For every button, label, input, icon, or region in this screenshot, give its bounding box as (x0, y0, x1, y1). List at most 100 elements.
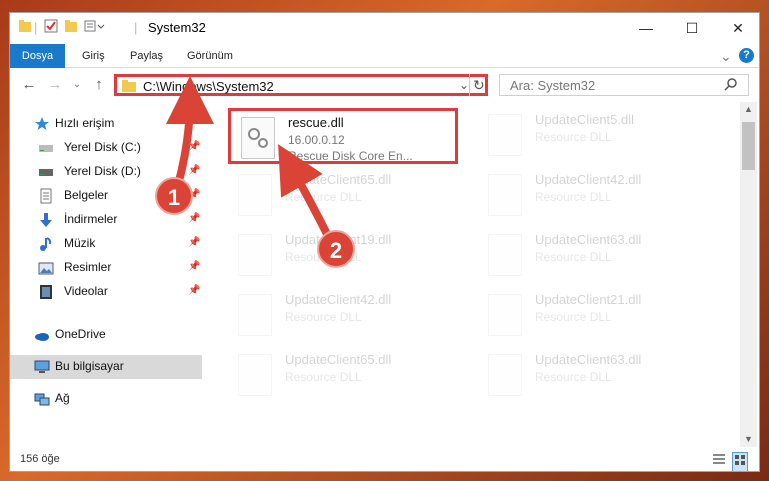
tab-file[interactable]: Dosya (10, 44, 65, 68)
nav-label: Bu bilgisayar (55, 359, 124, 373)
status-bar: 156 öğe (10, 447, 759, 471)
file-description: Resource DLL (535, 190, 612, 204)
dll-file-icon (488, 294, 522, 336)
file-tile[interactable]: UpdateClient63.dll Resource DLL (478, 228, 708, 284)
divider (469, 74, 470, 96)
videos-icon (38, 284, 54, 300)
pin-icon[interactable]: 📌 (188, 165, 200, 176)
documents-icon (38, 188, 54, 204)
nav-item-local-disk-c[interactable]: Yerel Disk (C:) 📌 (10, 136, 202, 160)
file-tile[interactable]: UpdateClient5.dll Resource DLL (478, 108, 708, 164)
file-tile[interactable]: UpdateClient63.dll Resource DLL (478, 348, 708, 404)
address-bar[interactable]: C:\Windows\System32 ⌄ ↻ (114, 74, 488, 96)
file-description: Resource DLL (535, 130, 612, 144)
tab-share[interactable]: Paylaş (130, 44, 163, 68)
nav-item-network[interactable]: Ağ (10, 387, 202, 411)
large-icons-view-icon[interactable] (732, 452, 748, 471)
dll-file-icon (488, 234, 522, 276)
dll-file-icon (238, 174, 272, 216)
separator: | (134, 20, 138, 35)
pin-icon[interactable]: 📌 (188, 213, 200, 224)
scroll-up-icon[interactable]: ▲ (744, 104, 753, 114)
dll-file-icon (488, 354, 522, 396)
properties-icon[interactable] (44, 19, 58, 37)
file-name: UpdateClient65.dll (285, 352, 392, 367)
scrollbar-thumb[interactable] (742, 122, 755, 170)
file-tile[interactable]: UpdateClient42.dll Resource DLL (478, 168, 708, 224)
network-icon (34, 391, 50, 407)
recent-locations-chevron-icon[interactable]: ⌄ (68, 76, 86, 94)
file-description: Resource DLL (285, 190, 362, 204)
file-tile[interactable]: UpdateClient65.dll Resource DLL (228, 168, 458, 224)
nav-item-pictures[interactable]: Resimler 📌 (10, 256, 202, 280)
search-icon[interactable] (724, 77, 738, 96)
scroll-down-icon[interactable]: ▼ (744, 434, 753, 444)
nav-label: Ağ (55, 391, 70, 405)
search-input[interactable]: Ara: System32 (499, 74, 749, 96)
file-tile-rescue[interactable]: rescue.dll 16.00.0.12 Rescue Disk Core E… (228, 108, 458, 164)
pin-icon[interactable]: 📌 (188, 141, 200, 152)
nav-item-videos[interactable]: Videolar 📌 (10, 280, 202, 304)
folder-icon[interactable] (18, 19, 32, 37)
new-folder-icon[interactable] (64, 19, 78, 37)
minimize-button[interactable]: — (623, 13, 669, 44)
file-description: Resource DLL (285, 370, 362, 384)
tab-view[interactable]: Görünüm (187, 44, 233, 68)
step-2-badge: 2 (317, 230, 355, 268)
nav-label: Resimler (64, 260, 112, 274)
folder-icon (122, 79, 136, 97)
file-name: UpdateClient63.dll (535, 352, 642, 367)
desktop-background: | | System32 — ☐ ✕ Dosya Giriş Paylaş Gö… (0, 0, 769, 481)
pin-icon[interactable]: 📌 (188, 261, 200, 272)
file-name: UpdateClient42.dll (535, 172, 642, 187)
pin-icon[interactable]: 📌 (188, 237, 200, 248)
drive-icon (38, 140, 54, 156)
ribbon-tabs: Dosya Giriş Paylaş Görünüm ⌄ ? (10, 44, 759, 68)
nav-item-music[interactable]: Müzik 📌 (10, 232, 202, 256)
up-arrow-icon[interactable]: ↑ (90, 76, 108, 94)
file-name: rescue.dll (288, 115, 344, 130)
file-description: Resource DLL (285, 310, 362, 324)
nav-item-quick-access[interactable]: Hızlı erişim (10, 112, 202, 136)
details-view-icon[interactable] (712, 452, 726, 471)
ribbon-collapse-icon[interactable]: ⌄ (720, 44, 732, 68)
vertical-scrollbar[interactable]: ▲ ▼ (740, 102, 757, 447)
file-description: Rescue Disk Core En... (288, 149, 413, 163)
file-description: Resource DLL (535, 250, 612, 264)
file-tile[interactable]: UpdateClient21.dll Resource DLL (478, 288, 708, 344)
window-title: System32 (148, 20, 206, 35)
file-name: UpdateClient42.dll (285, 292, 392, 307)
nav-label: İndirmeler (64, 212, 118, 226)
close-button[interactable]: ✕ (715, 13, 759, 44)
file-tile[interactable]: UpdateClient42.dll Resource DLL (228, 288, 458, 344)
file-explorer-window: | | System32 — ☐ ✕ Dosya Giriş Paylaş Gö… (9, 12, 760, 472)
file-tile[interactable]: UpdateClient65.dll Resource DLL (228, 348, 458, 404)
nav-label: Yerel Disk (D:) (64, 164, 141, 178)
nav-label: Hızlı erişim (55, 116, 115, 130)
back-arrow-icon[interactable]: ← (20, 76, 38, 94)
view-options-icon[interactable] (84, 19, 106, 37)
file-description: Resource DLL (535, 370, 612, 384)
tab-home[interactable]: Giriş (82, 44, 105, 68)
file-name: UpdateClient65.dll (285, 172, 392, 187)
nav-item-this-pc[interactable]: Bu bilgisayar (10, 355, 202, 379)
address-path: C:\Windows\System32 (143, 79, 274, 94)
pin-icon[interactable]: 📌 (188, 285, 200, 296)
address-dropdown-chevron-icon[interactable]: ⌄ (459, 78, 469, 92)
dll-file-icon (238, 294, 272, 336)
nav-label: Müzik (64, 236, 96, 250)
dll-file-icon (488, 174, 522, 216)
forward-arrow-icon[interactable]: → (46, 76, 64, 94)
drive-icon (38, 164, 54, 180)
item-count: 156 öğe (20, 453, 60, 465)
title-bar: | | System32 — ☐ ✕ (10, 13, 759, 44)
downloads-icon (38, 212, 54, 228)
nav-item-onedrive[interactable]: OneDrive (10, 323, 202, 347)
refresh-icon[interactable]: ↻ (473, 77, 485, 94)
maximize-button[interactable]: ☐ (669, 13, 715, 44)
file-version: 16.00.0.12 (288, 133, 345, 147)
nav-label: Videolar (64, 284, 108, 298)
dll-file-icon (488, 114, 522, 156)
help-icon[interactable]: ? (739, 48, 754, 63)
navigation-pane: Hızlı erişim Yerel Disk (C:) 📌 Yerel Dis… (10, 102, 210, 447)
